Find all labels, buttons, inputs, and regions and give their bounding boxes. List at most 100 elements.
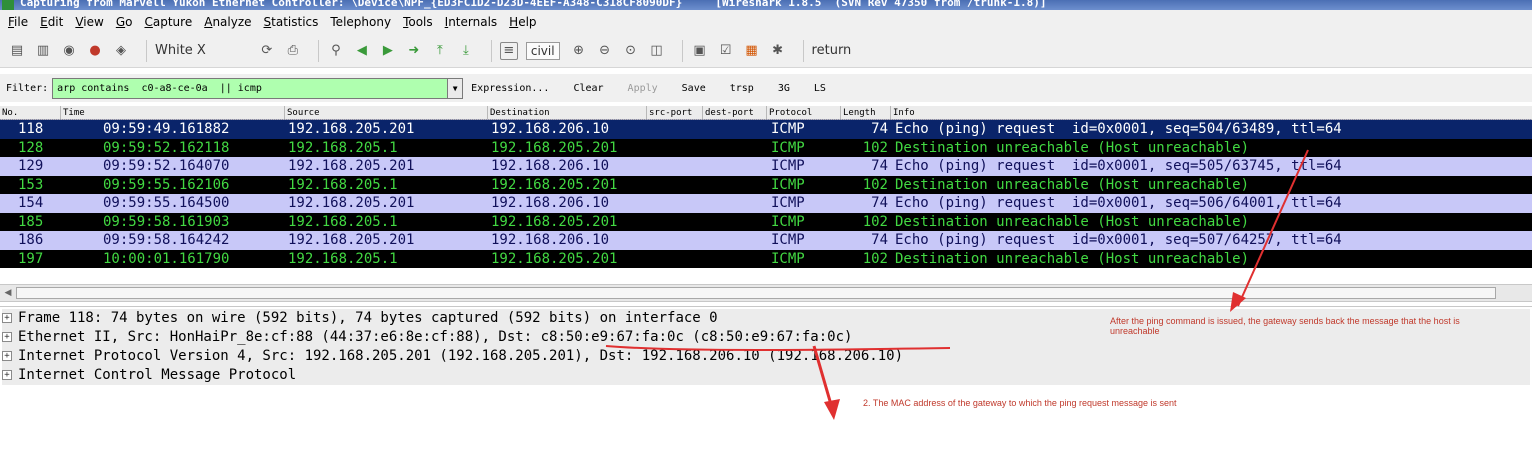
menu-mnemonic: G (115, 15, 126, 29)
cell-length: 102 (862, 176, 888, 193)
packet-row[interactable]: 129 09:59:52.164070 192.168.205.201 192.168… (0, 157, 1532, 176)
annotation-note-gateway-mac: 2. The MAC address of the gateway to whi… (863, 398, 1177, 408)
capture-filters-icon[interactable]: ▣ (691, 42, 709, 60)
cell-time: 09:59:49.161882 (103, 121, 230, 137)
packet-row[interactable]: 128 09:59:52.162118 192.168.205.1 192.168.2… (0, 138, 1532, 157)
column-header-src-port[interactable]: src-port (646, 106, 702, 120)
start-capture-icon[interactable]: ◉ (60, 42, 78, 60)
filter-button-ls[interactable]: LS (814, 83, 826, 94)
scrollbar-thumb[interactable] (16, 287, 1496, 299)
expression-button[interactable]: Expression... (471, 83, 549, 94)
cell-info: Echo (ping) request id=0x0001, seq=507/6… (895, 232, 1342, 248)
title-bar: Capturing from Marvell Yukon Ethernet Co… (0, 0, 1532, 10)
column-header-length[interactable]: Length (840, 106, 890, 120)
menu-edit[interactable]: Edit (40, 15, 63, 29)
menu-label-rest: ools (408, 15, 433, 29)
column-header-no[interactable]: No. (0, 106, 60, 120)
menu-label-rest: Telephony (330, 15, 392, 29)
menu-tools[interactable]: Tools (403, 15, 433, 29)
menu-capture[interactable]: Capture (144, 15, 192, 29)
expand-plus-icon[interactable]: + (2, 332, 12, 342)
expand-plus-icon[interactable]: + (2, 370, 12, 380)
menu-view[interactable]: View (75, 15, 103, 29)
cell-no: 186 (18, 232, 44, 248)
toolbar-separator (681, 39, 683, 62)
column-header-time[interactable]: Time (60, 106, 284, 120)
interfaces-icon[interactable]: ▤ (8, 42, 26, 60)
cell-info: Destination unreachable (Host unreachabl… (895, 139, 1250, 156)
clear-filter-button[interactable]: Clear (573, 83, 603, 94)
menu-label-rest: iew (83, 15, 104, 29)
column-header-destination[interactable]: Destination (487, 106, 646, 120)
menu-mnemonic: S (263, 15, 272, 29)
cell-destination: 192.168.206.10 (491, 158, 610, 174)
menu-statistics[interactable]: Statistics (264, 15, 319, 29)
expand-plus-icon[interactable]: + (2, 313, 12, 323)
chevron-down-icon: ▼ (452, 83, 458, 93)
menu-telephony[interactable]: Telephony (330, 15, 391, 29)
cell-info: Destination unreachable (Host unreachabl… (895, 250, 1250, 267)
detail-tree-row[interactable]: + Internet Protocol Version 4, Src: 192.1… (2, 347, 1530, 366)
menu-help[interactable]: Help (509, 15, 536, 29)
go-last-packet-icon[interactable]: ⤓ (457, 42, 475, 60)
go-to-packet-icon[interactable]: ➜ (405, 42, 423, 60)
packet-row[interactable]: 197 10:00:01.161790 192.168.205.1 192.168.2… (0, 249, 1532, 268)
white-x-label[interactable]: White X (155, 43, 206, 58)
expand-plus-icon[interactable]: + (2, 351, 12, 361)
cell-protocol: ICMP (771, 176, 805, 193)
apply-filter-button[interactable]: Apply (628, 83, 658, 94)
resize-columns-icon[interactable]: ◫ (648, 42, 666, 60)
normal-size-icon[interactable]: ⊙ (622, 42, 640, 60)
detail-tree-row[interactable]: + Internet Control Message Protocol (2, 366, 1530, 385)
cell-protocol: ICMP (771, 250, 805, 267)
cell-source: 192.168.205.1 (288, 213, 398, 230)
packet-row[interactable]: 154 09:59:55.164500 192.168.205.201 192.168… (0, 194, 1532, 213)
cell-info: Echo (ping) request id=0x0001, seq=505/6… (895, 158, 1342, 174)
display-filter-input[interactable]: arp contains c0-a8-ce-0a || icmp (52, 77, 449, 99)
scroll-left-icon[interactable]: ◀ (2, 287, 14, 299)
packet-row[interactable]: 186 09:59:58.164242 192.168.205.201 192.168… (0, 231, 1532, 250)
column-header-protocol[interactable]: Protocol (766, 106, 840, 120)
column-header-info[interactable]: Info (890, 106, 1532, 120)
column-header-source[interactable]: Source (284, 106, 487, 120)
packet-row[interactable]: 153 09:59:55.162106 192.168.205.1 192.168.2… (0, 175, 1532, 194)
colorize-icon[interactable]: ≡ (499, 41, 518, 60)
coloring-rules-icon[interactable]: ▦ (743, 42, 761, 60)
menu-go[interactable]: Go (116, 15, 133, 29)
menu-internals[interactable]: Internals (445, 15, 498, 29)
cell-protocol: ICMP (771, 139, 805, 156)
menu-file[interactable]: File (8, 15, 28, 29)
stop-capture-icon[interactable]: ● (86, 42, 104, 60)
cell-no: 118 (18, 121, 44, 137)
packet-row[interactable]: 118 09:59:49.161882 192.168.205.201 192.168… (0, 119, 1532, 140)
save-filter-button[interactable]: Save (682, 83, 706, 94)
zoom-out-icon[interactable]: ⊖ (596, 42, 614, 60)
zoom-in-icon[interactable]: ⊕ (570, 42, 588, 60)
restart-capture-icon[interactable]: ◈ (112, 42, 130, 60)
go-forward-icon[interactable]: ▶ (379, 42, 397, 60)
packet-list-scrollbar[interactable]: ◀ (0, 284, 1532, 302)
display-filters-icon[interactable]: ☑ (717, 42, 735, 60)
civil-button[interactable]: civil (525, 41, 560, 60)
filter-button-trsp[interactable]: trsp (730, 83, 754, 94)
filter-toolbar: Filter: arp contains c0-a8-ce-0a || icmp… (0, 74, 1532, 102)
return-button[interactable]: return (812, 43, 852, 58)
menu-mnemonic: C (144, 15, 153, 29)
cell-length: 74 (871, 158, 888, 174)
preferences-icon[interactable]: ✱ (769, 42, 787, 60)
filter-history-dropdown[interactable]: ▼ (448, 77, 464, 99)
menu-label-rest: apture (152, 15, 193, 29)
find-packet-icon[interactable]: ⚲ (327, 42, 345, 60)
packet-row[interactable]: 185 09:59:58.161903 192.168.205.1 192.168.2… (0, 212, 1532, 231)
print-icon[interactable]: ⎙ (284, 42, 302, 60)
cell-source: 192.168.205.201 (288, 232, 415, 248)
column-header-dest-port[interactable]: dest-port (702, 106, 766, 120)
cell-time: 09:59:52.162118 (103, 139, 230, 156)
capture-options-icon[interactable]: ▥ (34, 42, 52, 60)
go-back-icon[interactable]: ◀ (353, 42, 371, 60)
reload-icon[interactable]: ⟳ (258, 42, 276, 60)
go-first-packet-icon[interactable]: ⤒ (431, 42, 449, 60)
cell-length: 102 (862, 250, 888, 267)
menu-analyze[interactable]: Analyze (204, 15, 251, 29)
filter-button-3g[interactable]: 3G (778, 83, 790, 94)
